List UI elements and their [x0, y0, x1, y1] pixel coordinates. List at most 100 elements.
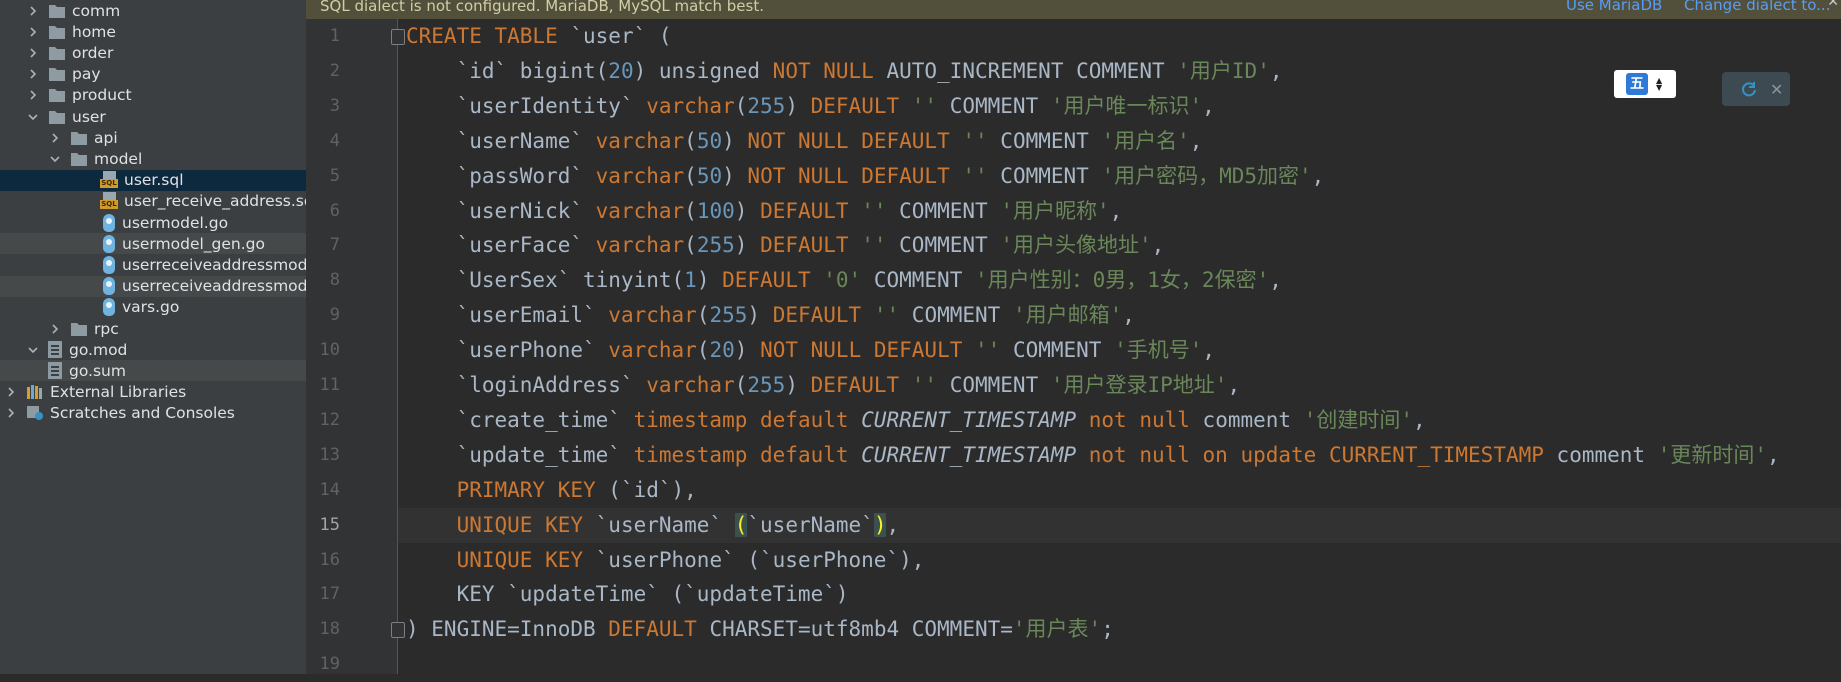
change-dialect-link[interactable]: Change dialect to...	[1684, 0, 1830, 14]
chevron-right-icon[interactable]	[26, 88, 40, 102]
code-token: COMMENT	[911, 303, 1013, 328]
banner-close-icon[interactable]: ✕	[1827, 0, 1839, 10]
folder-icon	[49, 46, 65, 60]
tree-item[interactable]: go.mod	[0, 339, 306, 360]
tree-item[interactable]: SQL user_receive_address.sql	[0, 191, 306, 212]
sql-file-icon: SQL	[100, 192, 118, 210]
chevron-down-icon[interactable]	[26, 110, 40, 124]
fold-close-icon[interactable]	[391, 622, 405, 639]
tree-item[interactable]: user	[0, 106, 306, 127]
code-line[interactable]: `create_time` timestamp default CURRENT_…	[398, 403, 1841, 438]
code-text: `loginAddress` varchar(255) DEFAULT '' C…	[406, 368, 1241, 403]
tree-item[interactable]: product	[0, 85, 306, 106]
code-token: ,	[1202, 338, 1216, 363]
code-text: `userPhone` varchar(20) NOT NULL DEFAULT…	[406, 333, 1215, 368]
close-icon[interactable]: ✕	[1770, 80, 1783, 99]
code-line[interactable]	[398, 647, 1841, 674]
code-token: ,	[1767, 442, 1780, 467]
tree-item[interactable]: vars.go	[0, 297, 306, 318]
code-token: ''	[861, 233, 900, 258]
tree-item[interactable]: userreceiveaddressmodel	[0, 275, 306, 297]
tree-item[interactable]: home	[0, 21, 306, 42]
code-token: COMMENT	[1000, 128, 1102, 153]
chevron-right-icon[interactable]	[4, 406, 18, 420]
code-token: varchar	[646, 373, 735, 397]
code-token: COMMENT	[949, 373, 1051, 397]
tree-item[interactable]: go.sum	[0, 360, 306, 382]
code-token: `id` bigint(	[406, 58, 609, 83]
tree-item[interactable]: order	[0, 42, 306, 63]
code-token: `update_time`	[406, 442, 634, 467]
tree-item[interactable]: usermodel_gen.go	[0, 233, 306, 255]
chevron-down-icon[interactable]	[48, 152, 62, 166]
code-line[interactable]: PRIMARY KEY (`id`),	[398, 473, 1841, 508]
code-token: (	[684, 233, 697, 258]
tree-item[interactable]: model	[0, 148, 306, 169]
tree-item[interactable]: usermodel.go	[0, 212, 306, 233]
code-line[interactable]: `userFace` varchar(255) DEFAULT '' COMME…	[398, 228, 1841, 263]
line-number: 5	[329, 165, 340, 186]
code-line[interactable]: `userPhone` varchar(20) NOT NULL DEFAULT…	[398, 333, 1841, 368]
code-token: `UserSex` tinyint(	[406, 268, 685, 293]
tree-item[interactable]: userreceiveaddressmodel	[0, 254, 306, 275]
line-number: 1	[329, 26, 340, 46]
tree-item[interactable]: api	[0, 127, 306, 148]
tree-item-label: usermodel_gen.go	[122, 234, 265, 253]
code-line[interactable]: `userName` varchar(50) NOT NULL DEFAULT …	[398, 124, 1841, 159]
chevron-right-icon[interactable]	[48, 322, 62, 336]
code-line[interactable]: KEY `updateTime` (`updateTime`)	[398, 577, 1841, 612]
use-mariadb-link[interactable]: Use MariaDB	[1566, 0, 1662, 14]
code-token: )	[734, 338, 761, 363]
code-line[interactable]: UNIQUE KEY `userPhone` (`userPhone`),	[398, 543, 1841, 578]
folder-icon	[49, 25, 65, 39]
fold-open-icon[interactable]	[391, 29, 405, 45]
code-text: `passWord` varchar(50) NOT NULL DEFAULT …	[406, 159, 1325, 194]
chevron-right-icon[interactable]	[4, 385, 18, 399]
chevron-right-icon[interactable]	[26, 25, 40, 39]
folder-icon	[71, 131, 87, 145]
code-token: varchar	[595, 198, 685, 223]
code-editor[interactable]: CREATE TABLE `user` ( `id` bigint(20) un…	[398, 19, 1841, 674]
code-line[interactable]: `UserSex` tinyint(1) DEFAULT '0' COMMENT…	[398, 263, 1841, 298]
code-token: 20	[608, 58, 634, 83]
tree-item[interactable]: SQL user.sql	[0, 169, 306, 191]
chevron-right-icon[interactable]	[26, 67, 40, 81]
tree-item-label: api	[94, 128, 118, 147]
code-token: `userFace`	[406, 233, 596, 258]
code-line[interactable]: `userEmail` varchar(255) DEFAULT '' COMM…	[398, 298, 1841, 333]
code-token: varchar	[595, 233, 685, 258]
code-token: DEFAULT	[722, 268, 824, 293]
ime-indicator[interactable]: 五 ▲ ▼	[1614, 70, 1676, 98]
chevron-right-icon[interactable]	[48, 131, 62, 145]
code-line[interactable]: `passWord` varchar(50) NOT NULL DEFAULT …	[398, 159, 1841, 194]
dialect-banner: SQL dialect is not configured. MariaDB, …	[306, 0, 1841, 19]
chevron-right-icon[interactable]	[26, 4, 40, 18]
code-token: '0'	[823, 268, 874, 293]
code-line[interactable]: `update_time` timestamp default CURRENT_…	[398, 438, 1841, 473]
chevron-right-icon[interactable]	[26, 46, 40, 60]
folder-icon	[49, 110, 65, 124]
tree-item[interactable]: comm	[0, 0, 306, 21]
tree-item[interactable]: pay	[0, 64, 306, 85]
code-line[interactable]: `userNick` varchar(100) DEFAULT '' COMME…	[398, 194, 1841, 229]
project-tree: comm home order pay product user api model SQL us…	[0, 0, 306, 674]
code-token: 255	[696, 233, 735, 258]
chevron-down-icon[interactable]	[26, 343, 40, 357]
code-line[interactable]: UNIQUE KEY `userName` (`userName`),	[398, 507, 1841, 543]
tree-item-label: go.sum	[69, 361, 126, 380]
tree-item[interactable]: Scratches and Consoles	[0, 403, 306, 424]
code-token: '用户邮箱'	[1012, 303, 1123, 328]
code-line[interactable]: CREATE TABLE `user` (	[398, 19, 1841, 54]
tree-item[interactable]: External Libraries	[0, 382, 306, 403]
code-token: PRIMARY KEY	[456, 477, 609, 502]
tree-item[interactable]: rpc	[0, 318, 306, 339]
ime-mode-icon: 五	[1626, 73, 1648, 95]
refresh-icon[interactable]	[1740, 80, 1758, 98]
code-line[interactable]: ) ENGINE=InnoDB DEFAULT CHARSET=utf8mb4 …	[398, 612, 1841, 647]
code-line[interactable]: `loginAddress` varchar(255) DEFAULT '' C…	[398, 368, 1841, 403]
code-token: COMMENT	[873, 268, 975, 293]
code-token: COMMENT	[1000, 163, 1102, 188]
ime-arrows-icon: ▲ ▼	[1656, 76, 1663, 92]
code-text: `UserSex` tinyint(1) DEFAULT '0' COMMENT…	[406, 263, 1282, 298]
